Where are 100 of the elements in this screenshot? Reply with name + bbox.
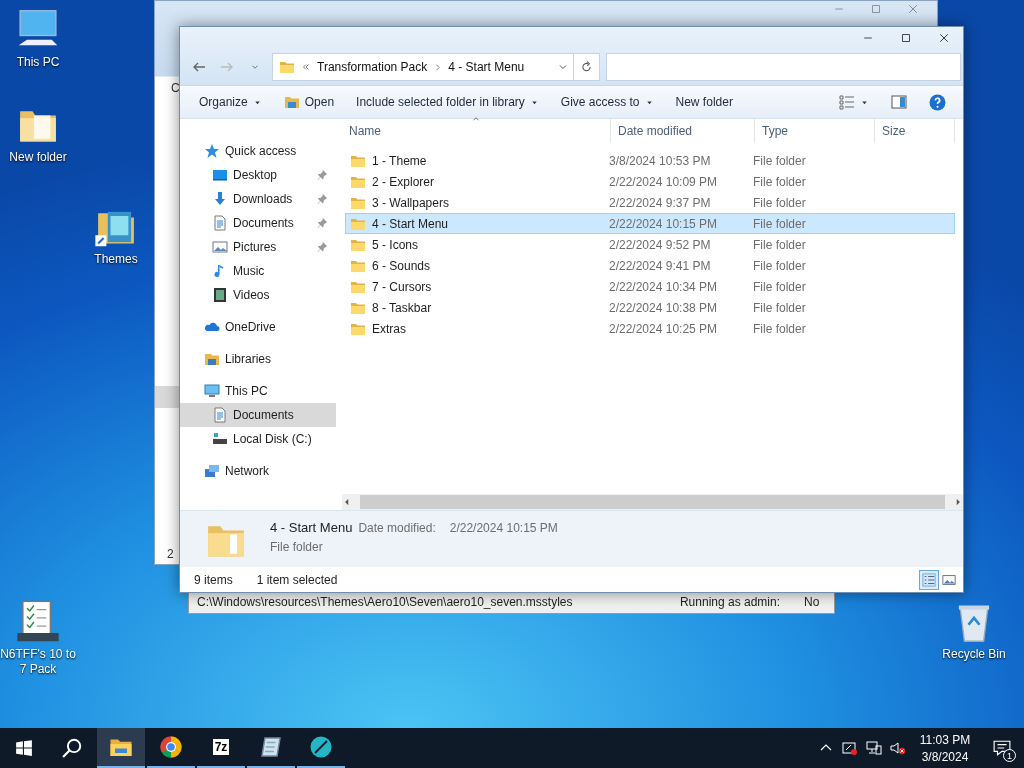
table-cell-text: 2/22/2024 10:34 PM [609,279,719,294]
table-cell-text: File folder [753,321,807,336]
chevron-right-icon [433,62,443,72]
table-cell-text: File folder [753,300,807,315]
close-icon [938,32,950,44]
horizontal-scrollbar[interactable] [342,494,963,510]
table-cell-text: File folder [753,279,807,294]
file-row[interactable]: 4 - Start Menu 2/22/2024 10:15 PM File folder [345,213,955,234]
file-name: 3 - Wallpapers [372,195,449,210]
detail-value: 2/22/2024 10:15 PM [449,521,558,535]
toolbar-button[interactable]: Give access to [551,92,663,112]
desktop-icon-label: Recycle Bin [942,647,1006,662]
monitor-alert-icon [842,740,858,756]
nav-item[interactable]: Local Disk (C:) [180,427,336,451]
detail-type: File folder [270,540,324,554]
drive-icon [212,431,228,447]
notification-badge: 1 [1003,749,1016,762]
nav-item[interactable]: Desktop [180,163,336,187]
table-cell-text: 2/22/2024 9:52 PM [609,237,712,252]
file-name: 1 - Theme [372,153,427,168]
maximize-icon [900,32,912,44]
maximize-icon [869,3,882,15]
selection-count: 1 item selected [256,572,338,587]
details-view-button[interactable] [919,569,939,590]
folder-icon [283,94,300,110]
circle-app-icon [309,735,333,759]
file-path: C:\Windows\resources\Themes\Aero10\Seven\aero10_seven.msstyles [197,595,573,609]
view-list-icon [839,94,855,110]
file-name: 4 - Start Menu [372,216,449,231]
desktop-icon-label: New folder [9,150,67,165]
download-icon [212,191,228,207]
network-icon [866,740,882,756]
file-row[interactable]: Extras 2/22/2024 10:25 PM File folder [345,318,955,339]
nav-item[interactable]: Downloads [180,187,336,211]
admin-value: No [804,595,821,609]
toolbar-button[interactable]: Open [274,91,344,113]
desktop-icon-label: N6TFF's 10 to 7 Pack [0,647,76,677]
nav-item[interactable]: Videos [180,283,336,307]
nav-item[interactable]: OneDrive [180,315,336,339]
nav-item[interactable]: Documents [180,211,336,235]
table-cell-text: 2/22/2024 10:25 PM [609,321,719,336]
refresh-button[interactable] [574,53,600,81]
nav-item[interactable]: Network [180,459,336,483]
nav-item[interactable]: Pictures [180,235,336,259]
notifications-button[interactable]: 1 [980,728,1024,768]
thumbnail-view-icon [942,572,956,587]
pin-icon [316,169,328,181]
taskbar-app[interactable] [97,728,145,768]
table-cell-text: File folder [753,153,807,168]
file-row[interactable]: 2 - Explorer 2/22/2024 10:09 PM File folder [345,171,955,192]
nav-item[interactable]: Libraries [180,347,336,371]
table-cell-text: File folder [753,174,807,189]
film-icon [212,287,228,303]
nav-item[interactable]: Documents [180,403,336,427]
status-text: 2 [167,547,174,561]
toolbar-button[interactable]: New folder [666,92,742,112]
network-icon [204,463,220,479]
table-cell-text: File folder [753,195,807,210]
desktop-icon[interactable]: New folder [0,103,76,165]
desktop-icon[interactable]: Recycle Bin [936,600,1012,662]
document-icon [212,215,228,231]
browser-icon [159,735,183,759]
file-name: 6 - Sounds [372,258,431,273]
desktop-icon[interactable]: This PC [0,8,76,70]
selection-highlight [155,386,181,408]
nav-item[interactable]: This PC [180,379,336,403]
preview-pane-icon [891,94,907,110]
table-cell-text: File folder [753,216,807,231]
desktop-icon[interactable]: Themes [78,205,154,267]
search-icon [61,737,83,759]
file-row[interactable]: 5 - Icons 2/22/2024 9:52 PM File folder [345,234,955,255]
message-icon [993,739,1011,757]
file-name: 2 - Explorer [372,174,435,189]
file-name: 8 - Taskbar [372,300,432,315]
address-bar[interactable]: Transformation Pack 4 - Start Menu [272,53,574,81]
nav-item[interactable]: Quick access [180,139,336,163]
clock[interactable]: 11:03 PM 3/8/2024 [910,728,980,768]
refresh-icon [580,60,593,74]
details-view-icon [922,572,936,587]
help-icon [929,93,946,111]
file-row[interactable]: 6 - Sounds 2/22/2024 9:41 PM File folder [345,255,955,276]
file-name: Extras [372,321,406,336]
file-row[interactable]: 3 - Wallpapers 2/22/2024 9:37 PM File folder [345,192,955,213]
star-icon [204,143,220,159]
file-row[interactable]: 1 - Theme 3/8/2024 10:53 PM File folder [345,150,955,171]
breadcrumb-item[interactable]: Transformation Pack [317,60,428,74]
pin-icon [316,217,328,229]
toolbar-button[interactable]: Organize [190,92,271,112]
checklist-icon [16,600,60,644]
taskbar-app[interactable]: 7z [197,728,245,768]
breadcrumb-item[interactable]: 4 - Start Menu [448,60,525,74]
file-row[interactable]: 7 - Cursors 2/22/2024 10:34 PM File folder [345,276,955,297]
windows-logo-icon [15,739,33,757]
document-icon [212,407,228,423]
toolbar-button[interactable]: Include selected folder in library [347,92,548,112]
nav-item[interactable]: Music [180,259,336,283]
file-row[interactable]: 8 - Taskbar 2/22/2024 10:38 PM File folder [345,297,955,318]
toolbar-text: C [171,81,180,95]
search-field[interactable] [606,53,961,81]
item-count: 9 items [194,572,233,587]
